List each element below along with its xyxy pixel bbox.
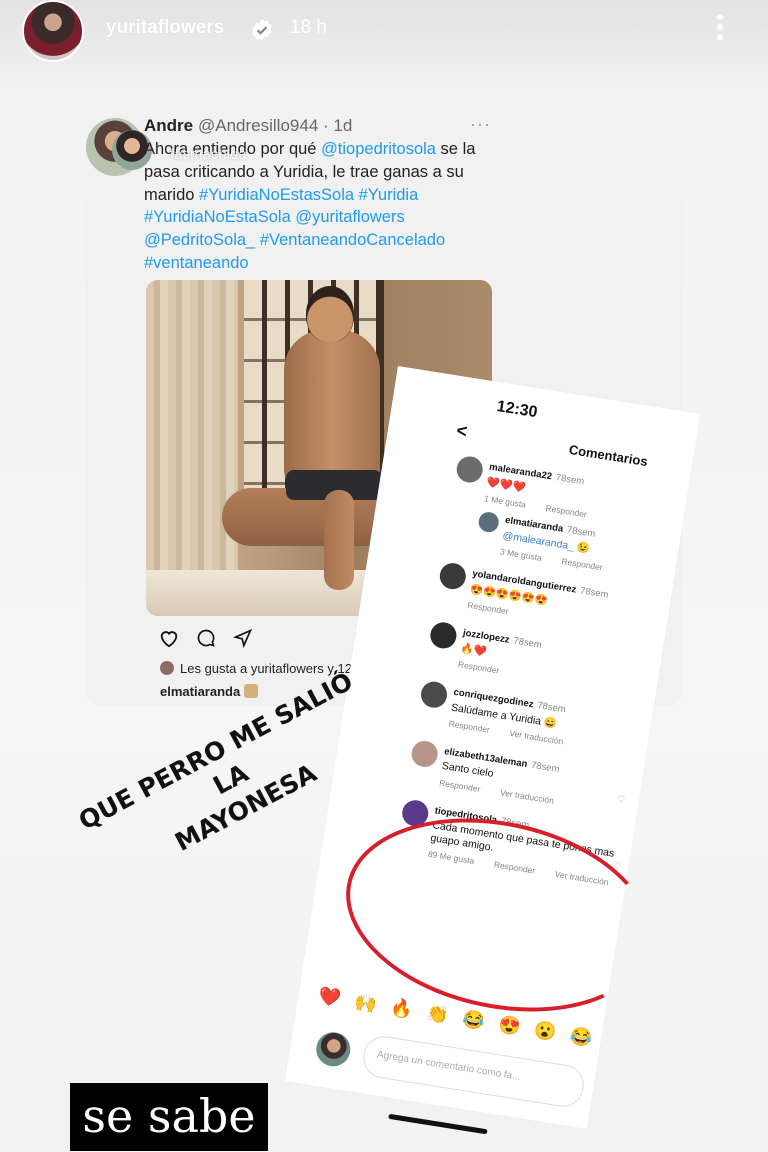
liker-avatar [160,661,174,675]
comment-avatar [477,510,501,534]
caption-line: elmatiaranda [160,684,259,699]
comment-body: 🔥❤️ [459,642,488,659]
comment-meta: 1 Me gustaResponder [483,493,588,520]
status-time: 12:30 [495,398,539,422]
share-icon[interactable] [232,628,253,653]
verified-badge-icon [252,19,272,41]
back-arrow-icon[interactable]: < [455,420,469,442]
curtain [146,280,238,580]
tweet-author-name: Andre [144,116,194,135]
comment-input[interactable]: Agrega un comentario como fa... [360,1033,587,1110]
home-indicator [388,1113,488,1135]
comments-title: Comentarios [567,441,649,470]
tweet-mention: @tiopedritosola [321,140,436,158]
comment-icon[interactable] [196,628,216,653]
comment-body: ❤️❤️❤️ [485,476,527,495]
like-heart-icon[interactable]: ♡ [616,794,626,806]
profile-avatar[interactable] [22,0,84,62]
story-header: yuritaflowers 18 h [0,0,768,62]
comment-avatar [428,620,459,651]
comment-avatar [419,679,449,710]
more-vertical-icon[interactable] [712,10,728,50]
se-sabe-sticker: se sabe [70,1083,268,1151]
username[interactable]: yuritaflowers [106,17,224,39]
overlay-username: fatimachida [170,146,247,163]
comment-avatar [454,454,485,485]
tweet-handle: @Andresillo944 · 1d [198,116,353,135]
caption-user: elmatiaranda [160,684,241,699]
man-shin [324,490,354,590]
comment-meta: Responder [457,659,500,676]
my-avatar [313,1029,353,1069]
heart-icon[interactable] [158,628,180,653]
man-head [306,286,354,342]
post-actions [158,628,265,654]
man-torso [284,330,380,490]
comment-meta: ResponderVer traducción [438,777,555,806]
comment-avatar [409,739,440,769]
comment-avatar [437,561,468,592]
tweet-more-icon: ··· [470,114,491,134]
hand-emoji-icon [244,684,259,698]
post-time: 18 h [290,17,327,38]
